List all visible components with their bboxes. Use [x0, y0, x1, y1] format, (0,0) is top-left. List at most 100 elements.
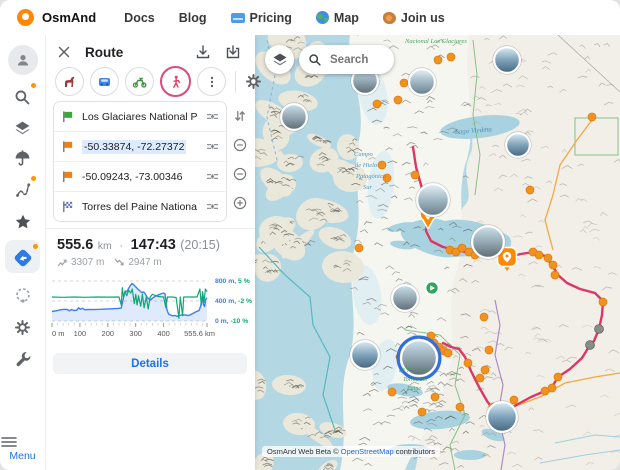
rail-directions-button[interactable]	[0, 243, 45, 273]
osmand-logo[interactable]: OsmAnd	[17, 9, 96, 26]
tune-icon[interactable]	[206, 171, 219, 182]
sort-waypoints-button[interactable]	[229, 101, 251, 130]
panel-title: Route	[85, 45, 195, 60]
profile-moped-button[interactable]	[125, 67, 154, 96]
rail-tracks-button[interactable]	[0, 175, 45, 205]
waypoint-row-via-2[interactable]: -50.09243, -73.00346	[54, 162, 226, 192]
waypoint-label: -50.09243, -73.00346	[82, 171, 206, 183]
waypoint-row-via-1[interactable]: -50.33874, -72.27372	[54, 132, 226, 162]
plan-route-icon	[14, 286, 32, 304]
openstreetmap-link[interactable]: OpenStreetMap	[341, 447, 394, 456]
plus-circle-icon	[233, 196, 247, 210]
horse-icon	[62, 74, 77, 89]
moped-icon	[132, 74, 147, 89]
layers-icon	[14, 120, 31, 137]
close-icon[interactable]	[57, 45, 71, 59]
rail-tools-button[interactable]	[0, 344, 45, 374]
minus-circle-icon	[233, 167, 247, 181]
svg-text:555.6 km: 555.6 km	[184, 329, 215, 338]
osmand-logo-icon	[17, 9, 34, 26]
directions-icon	[13, 248, 33, 268]
rail-plan-route-button[interactable]	[0, 280, 45, 310]
menu-button[interactable]: Menu	[0, 436, 45, 462]
car-icon	[97, 74, 112, 89]
profile-horse-button[interactable]	[55, 67, 84, 96]
menu-label: Menu	[0, 450, 45, 462]
waypoint-label: Torres del Paine Nationa	[82, 201, 206, 213]
ascent-stat: 3307 m	[57, 257, 104, 268]
pedestrian-icon	[169, 75, 183, 89]
notification-dot	[33, 244, 38, 249]
tracks-icon	[14, 181, 32, 199]
time-alt-value: (20:15)	[180, 238, 220, 252]
add-waypoint-button[interactable]	[229, 188, 251, 217]
rail-layers-button[interactable]	[0, 113, 45, 143]
profile-car-button[interactable]	[90, 67, 119, 96]
account-button[interactable]	[0, 45, 45, 75]
svg-text:100: 100	[74, 329, 87, 338]
pricing-card-icon	[231, 13, 245, 23]
svg-text:de Hielo: de Hielo	[355, 162, 378, 169]
waypoint-row-finish[interactable]: Torres del Paine Nationa	[54, 192, 226, 221]
svg-text:Paine: Paine	[406, 386, 421, 392]
rail-weather-button[interactable]	[0, 143, 45, 173]
map-canvas[interactable]: Nacional Los GlaciaresLago ViedmaCampode…	[255, 35, 620, 470]
route-stats: 555.6 km · 147:43 (20:15)	[57, 236, 249, 254]
waypoint-row-start[interactable]: Los Glaciares National P	[54, 102, 226, 132]
download-route-icon[interactable]	[195, 44, 211, 60]
waypoint-label: Los Glaciares National P	[82, 111, 206, 123]
waypoint-actions	[229, 101, 251, 217]
map-attribution: OsmAnd Web Beta © OpenStreetMap contribu…	[262, 446, 440, 457]
left-rail: Menu	[0, 35, 46, 470]
svg-text:300: 300	[129, 329, 142, 338]
elevation-gain-loss: 3307 m 2947 m	[57, 257, 162, 268]
app-window: OsmAnd Docs Blog Pricing Map Join us	[0, 0, 620, 470]
save-route-icon[interactable]	[225, 44, 241, 60]
search-icon	[14, 89, 31, 106]
globe-icon	[316, 11, 329, 24]
nav-link-blog[interactable]: Blog	[179, 11, 207, 25]
nav-link-join-us[interactable]: Join us	[383, 11, 445, 25]
sort-icon	[233, 109, 247, 123]
svg-text:200: 200	[102, 329, 115, 338]
svg-text:Patagónico: Patagónico	[355, 173, 387, 180]
waypoint-label-highlighted: -50.33874, -72.27372	[82, 140, 186, 154]
minus-circle-icon	[233, 138, 247, 152]
layers-icon	[272, 52, 288, 68]
divider	[235, 71, 236, 93]
nav-link-map[interactable]: Map	[316, 11, 359, 25]
map-search-box[interactable]	[299, 45, 394, 74]
svg-text:400: 400	[157, 329, 170, 338]
remove-waypoint-button[interactable]	[229, 159, 251, 188]
wrench-icon	[14, 350, 32, 368]
search-icon	[308, 53, 322, 67]
svg-text:P. Nacional: P. Nacional	[400, 368, 429, 374]
nav-link-pricing[interactable]: Pricing	[231, 11, 292, 25]
tune-icon[interactable]	[206, 201, 219, 212]
hamburger-icon	[0, 436, 18, 448]
gear-icon	[14, 319, 31, 336]
rail-settings-button[interactable]	[0, 312, 45, 342]
route-settings-gear-icon[interactable]	[245, 73, 262, 90]
svg-text:Sur: Sur	[363, 184, 373, 191]
remove-waypoint-button[interactable]	[229, 130, 251, 159]
svg-text:800 m, 5 %: 800 m, 5 %	[215, 278, 250, 285]
profile-selector	[55, 66, 262, 97]
rail-search-button[interactable]	[0, 82, 45, 112]
svg-text:400 m, -2 %: 400 m, -2 %	[215, 298, 252, 305]
via-flag-icon	[61, 140, 74, 153]
tune-icon[interactable]	[206, 111, 219, 122]
elevation-chart[interactable]: 0 m 100 200 300 400 555.6 km 800 m, 5 % 400 m, …	[50, 278, 255, 351]
descent-icon	[114, 258, 125, 267]
profile-pedestrian-button[interactable]	[160, 66, 191, 97]
distance-value: 555.6	[57, 237, 93, 253]
tune-icon[interactable]	[206, 141, 219, 152]
details-button[interactable]: Details	[53, 353, 247, 374]
rail-favorites-button[interactable]	[0, 207, 45, 237]
map-tiles: Nacional Los GlaciaresLago ViedmaCampode…	[255, 35, 620, 470]
nav-link-docs[interactable]: Docs	[124, 11, 155, 25]
svg-text:0 m: 0 m	[52, 329, 65, 338]
profile-more-button[interactable]	[197, 67, 226, 96]
search-input[interactable]	[328, 53, 384, 67]
map-layers-button[interactable]	[265, 45, 294, 74]
